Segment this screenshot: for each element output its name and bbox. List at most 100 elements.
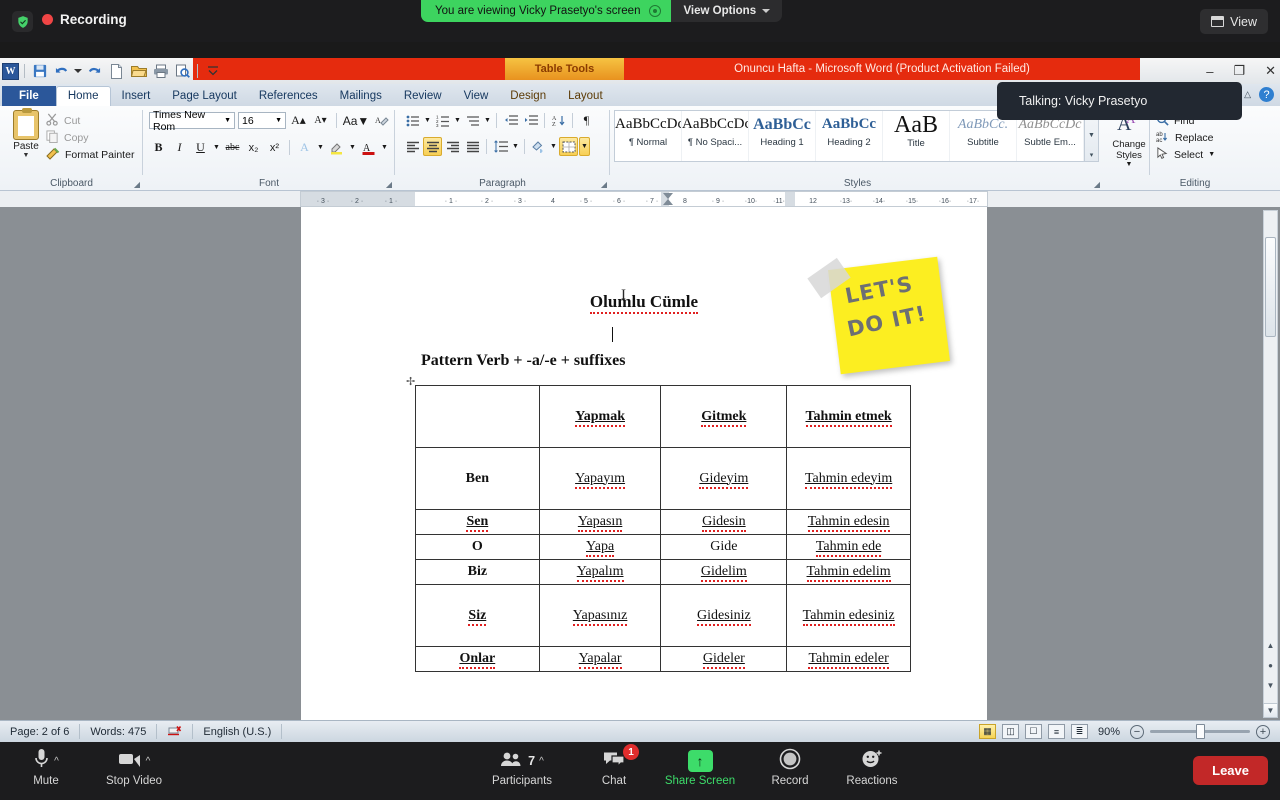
previous-page-icon[interactable]: ▲ (1264, 638, 1277, 653)
mute-button[interactable]: ^ Mute (0, 748, 92, 787)
select-dropdown-icon[interactable]: ▼ (1208, 151, 1215, 158)
save-icon[interactable] (30, 62, 49, 81)
clipboard-dialog-launcher[interactable]: ◢ (134, 180, 140, 189)
new-document-icon[interactable] (107, 62, 126, 81)
style-item-no-spacing[interactable]: AaBbCcDc ¶ No Spaci... (682, 111, 749, 161)
increase-indent-icon[interactable] (521, 111, 540, 130)
numbering-icon[interactable]: 123 (433, 111, 452, 130)
row-tahmin[interactable]: Tahmin edesin (786, 509, 911, 535)
styles-scroll-down-icon[interactable]: ▼ (1088, 132, 1095, 139)
row-yapmak[interactable]: Yapa (538, 534, 662, 560)
leave-meeting-button[interactable]: Leave (1193, 756, 1268, 785)
row-gitmek[interactable]: Gidelim (660, 559, 788, 585)
tab-file[interactable]: File (2, 86, 56, 106)
style-item-heading-2[interactable]: AaBbCc Heading 2 (816, 111, 883, 161)
paste-button[interactable]: Paste ▼ (6, 108, 46, 159)
underline-icon[interactable]: U (191, 138, 210, 157)
row-yapmak[interactable]: Yapalar (538, 646, 662, 672)
shading-icon[interactable] (529, 137, 548, 156)
help-icon[interactable]: ? (1259, 87, 1274, 102)
print-preview-icon[interactable] (173, 62, 192, 81)
row-yapmak[interactable]: Yapasın (538, 509, 662, 535)
hanging-indent-marker[interactable] (663, 199, 673, 205)
numbering-dropdown-icon[interactable]: ▼ (453, 111, 462, 130)
full-screen-reading-icon[interactable]: ◫ (1001, 724, 1019, 739)
bullets-icon[interactable] (403, 111, 422, 130)
row-tahmin[interactable]: Tahmin edeyim (786, 447, 911, 510)
proofing-errors-icon[interactable] (157, 724, 194, 739)
row-gitmek[interactable]: Gideyim (660, 447, 788, 510)
style-item-heading-1[interactable]: AaBbCс Heading 1 (749, 111, 816, 161)
zoom-slider[interactable] (1150, 724, 1250, 739)
security-shield-icon[interactable] (12, 11, 33, 32)
text-effects-dropdown-icon[interactable]: ▼ (316, 138, 325, 157)
decrease-indent-icon[interactable] (501, 111, 520, 130)
multilevel-dropdown-icon[interactable]: ▼ (483, 111, 492, 130)
share-screen-button[interactable]: ↑ Share Screen (654, 748, 746, 787)
row-pronoun[interactable]: Biz (415, 559, 540, 585)
tab-table-layout[interactable]: Layout (557, 87, 614, 106)
row-gitmek[interactable]: Gidesiniz (660, 584, 788, 647)
superscript-icon[interactable]: x² (265, 138, 284, 157)
copy-button[interactable]: Copy (46, 129, 134, 146)
tab-mailings[interactable]: Mailings (329, 87, 393, 106)
row-pronoun[interactable]: Onlar (415, 646, 540, 672)
status-word-count[interactable]: Words: 475 (80, 724, 158, 739)
replace-button[interactable]: ab ac Replace (1156, 129, 1215, 146)
font-name-dropdown-icon[interactable]: ▼ (224, 117, 231, 124)
minimize-button[interactable]: – (1206, 64, 1213, 79)
record-button[interactable]: Record (744, 748, 836, 787)
row-yapmak[interactable]: Yapasınız (538, 584, 662, 647)
tab-view[interactable]: View (453, 87, 500, 106)
font-size-dropdown-icon[interactable]: ▼ (275, 117, 282, 124)
ribbon-help-area[interactable]: △ ? (1244, 87, 1274, 102)
paste-dropdown-icon[interactable]: ▼ (6, 152, 46, 159)
row-pronoun[interactable]: O (415, 534, 540, 560)
font-dialog-launcher[interactable]: ◢ (386, 180, 392, 189)
print-layout-icon[interactable]: ▦ (978, 724, 996, 739)
undo-icon[interactable] (52, 62, 71, 81)
text-highlight-icon[interactable] (327, 138, 346, 157)
status-zoom-level[interactable]: 90% (1098, 726, 1120, 738)
row-tahmin[interactable]: Tahmin edesiniz (786, 584, 911, 647)
row-gitmek[interactable]: Gideler (660, 646, 788, 672)
collapse-ribbon-icon[interactable]: △ (1244, 89, 1251, 100)
view-options-button[interactable]: View Options (671, 0, 783, 22)
align-left-icon[interactable] (403, 137, 422, 156)
video-chevron-up-icon[interactable]: ^ (146, 756, 151, 767)
zoom-in-button[interactable]: + (1256, 724, 1270, 739)
font-color-icon[interactable]: A (359, 138, 378, 157)
undo-dropdown-icon[interactable] (74, 69, 82, 73)
grow-font-icon[interactable]: A▴ (289, 111, 308, 130)
table-header-gitmek[interactable]: Gitmek (660, 385, 788, 448)
vertical-scrollbar[interactable]: ▲ ● ▼ (1263, 210, 1278, 718)
tab-references[interactable]: References (248, 87, 329, 106)
tab-page-layout[interactable]: Page Layout (161, 87, 248, 106)
subscript-icon[interactable]: x₂ (244, 138, 263, 157)
restore-button[interactable]: ❐ (1233, 63, 1245, 79)
row-pronoun[interactable]: Ben (415, 447, 540, 510)
scroll-down-button[interactable]: ▼ (1263, 703, 1278, 718)
table-row[interactable]: O Yapa Gide Tahmin ede (415, 534, 911, 560)
stop-video-button[interactable]: ^ Stop Video (88, 748, 180, 787)
status-page-number[interactable]: Page: 2 of 6 (0, 724, 81, 739)
zoom-slider-thumb[interactable] (1196, 724, 1205, 739)
clear-formatting-icon[interactable]: A (372, 111, 391, 130)
font-color-dropdown-icon[interactable]: ▼ (380, 138, 389, 157)
style-item-normal[interactable]: AaBbCcDc ¶ Normal (615, 111, 682, 161)
table-row[interactable]: Ben Yapayım Gideyim Tahmin edeyim (415, 447, 911, 510)
document-page[interactable]: LET'S DO IT! Olumlu Cümle Pattern Verb +… (301, 207, 987, 778)
zoom-out-button[interactable]: − (1130, 724, 1144, 739)
strikethrough-icon[interactable]: abc (223, 138, 242, 157)
format-painter-button[interactable]: Format Painter (46, 146, 134, 163)
customize-qat-icon[interactable] (203, 62, 222, 81)
highlight-dropdown-icon[interactable]: ▼ (348, 138, 357, 157)
styles-dialog-launcher[interactable]: ◢ (1094, 180, 1100, 189)
participants-button[interactable]: 7 ^ Participants (476, 748, 568, 787)
tab-home[interactable]: Home (55, 86, 111, 106)
sort-icon[interactable]: AZ (549, 111, 568, 130)
row-yapmak[interactable]: Yapalım (538, 559, 662, 585)
row-pronoun[interactable]: Siz (415, 584, 540, 647)
table-row[interactable]: Onlar Yapalar Gideler Tahmin edeler (415, 646, 911, 672)
change-case-icon[interactable]: Aa▼ (343, 111, 370, 130)
